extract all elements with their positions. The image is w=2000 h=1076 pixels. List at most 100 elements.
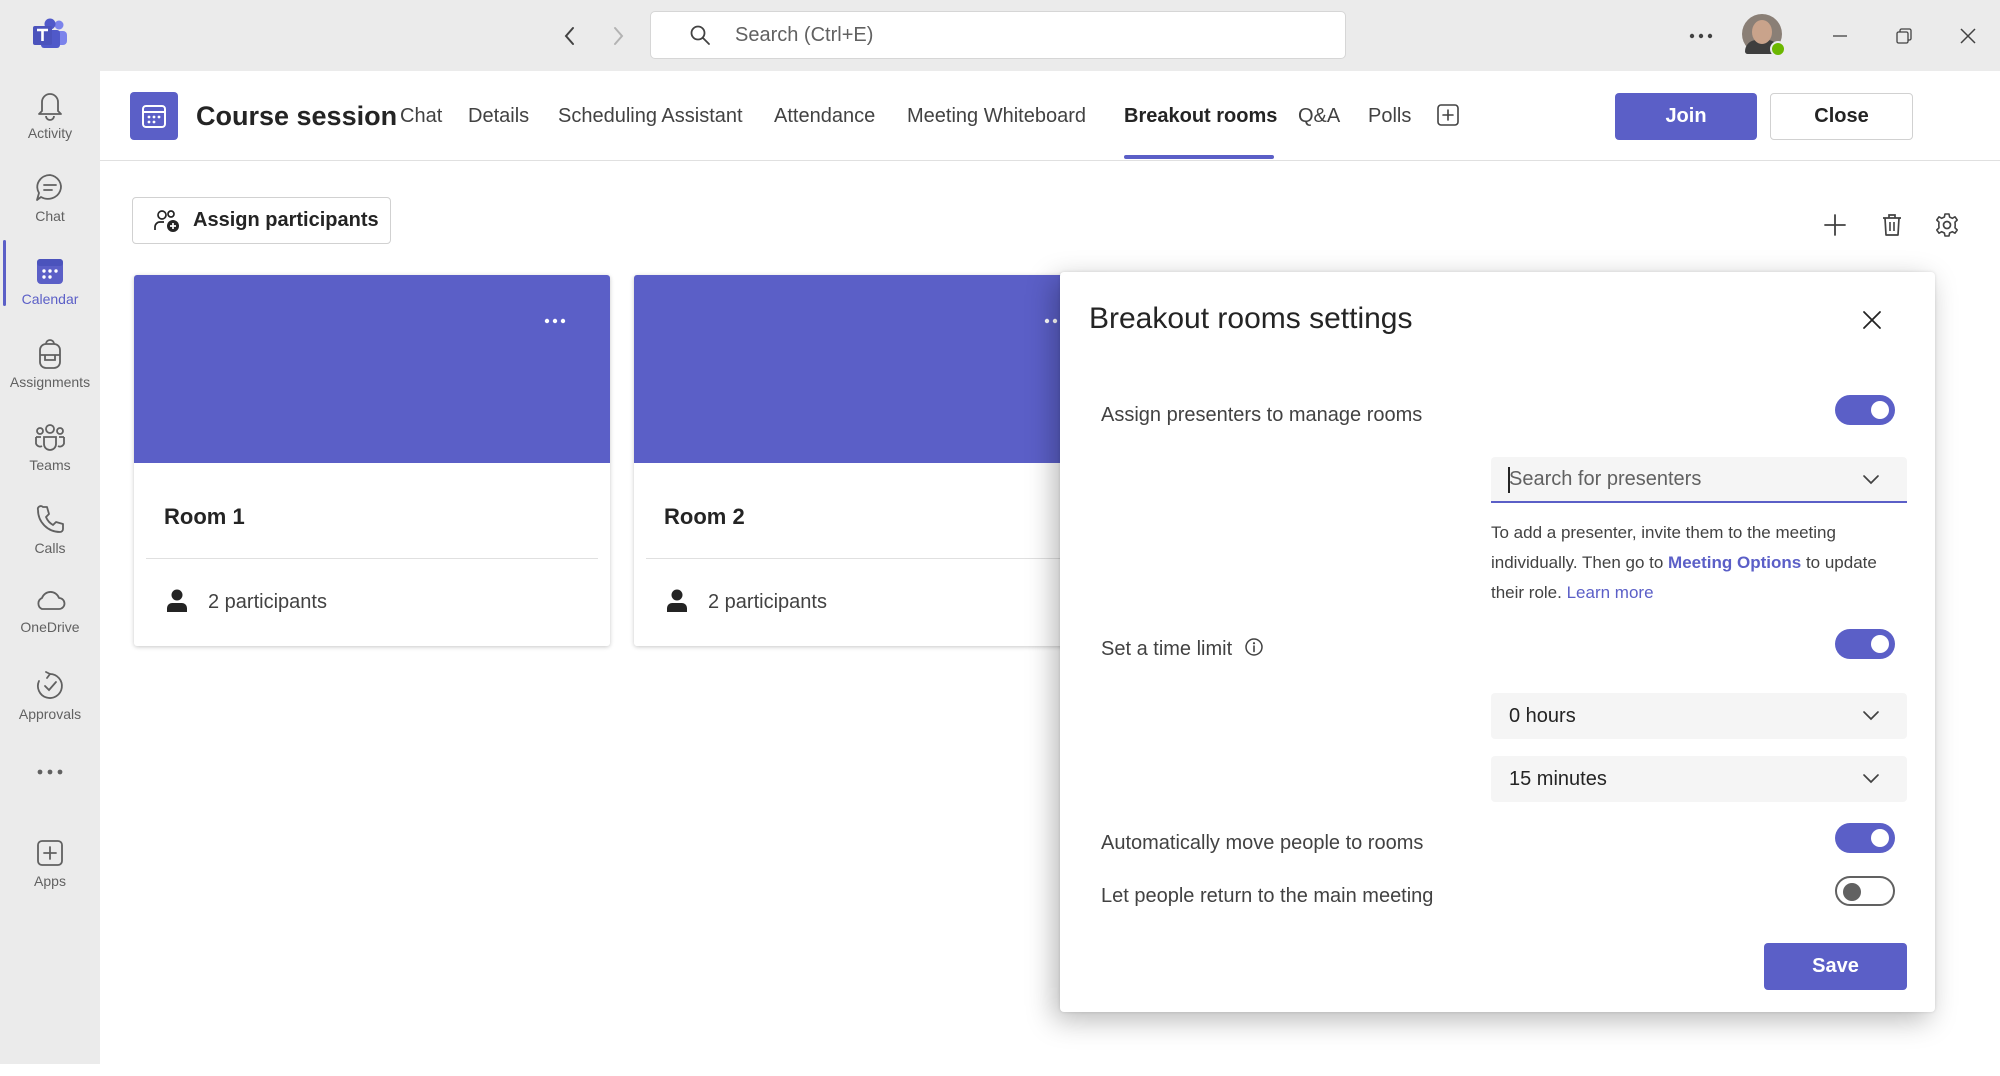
more-options-icon[interactable] [1684,20,1718,52]
room-card[interactable]: Room 1 2 participants [134,275,610,646]
rail-label: Teams [29,457,71,473]
close-button[interactable]: Close [1770,93,1913,140]
search-placeholder: Search (Ctrl+E) [735,23,874,46]
divider [146,558,598,559]
info-icon[interactable] [1244,637,1264,657]
meeting-calendar-icon [130,92,178,140]
learn-more-link[interactable]: Learn more [1567,583,1654,602]
panel-title: Breakout rooms settings [1089,302,1413,335]
minutes-value: 15 minutes [1509,768,1607,790]
time-limit-toggle[interactable] [1835,629,1895,659]
rail-label: OneDrive [20,619,80,635]
tab-attendance[interactable]: Attendance [774,105,875,128]
time-limit-label: Set a time limit [1101,638,1233,660]
toggle-knob [1871,829,1889,847]
tab-breakout-rooms[interactable]: Breakout rooms [1124,105,1277,128]
room-name: Room 2 [664,504,745,529]
active-tab-indicator [1124,155,1274,159]
rail-item-assignments[interactable]: Assignments [0,332,100,410]
close-icon[interactable] [1860,308,1884,332]
bell-icon [35,89,65,121]
restore-icon[interactable] [1886,18,1922,54]
toggle-knob [1871,401,1889,419]
forward-arrow-icon[interactable] [602,20,634,52]
room-more-options-icon[interactable] [540,311,570,331]
auto-move-toggle[interactable] [1835,823,1895,853]
add-room-icon[interactable] [1822,212,1848,238]
rail-item-apps[interactable]: Apps [0,831,100,909]
assign-participants-button[interactable]: Assign participants [132,197,391,244]
more-apps-icon [37,769,63,775]
chat-icon [34,172,66,204]
add-apps-icon [35,837,65,869]
tab-meeting-whiteboard[interactable]: Meeting Whiteboard [907,105,1086,128]
title-bar: Search (Ctrl+E) [0,0,2000,71]
tab-scheduling-assistant[interactable]: Scheduling Assistant [558,105,743,128]
assign-people-icon [153,208,181,234]
phone-icon [35,504,65,536]
settings-gear-icon[interactable] [1934,212,1960,238]
approvals-icon [34,670,66,702]
presence-available-icon [1770,41,1786,57]
room-name: Room 1 [164,504,245,529]
save-button[interactable]: Save [1764,943,1907,990]
search-icon [689,24,711,46]
rail-label: Calendar [21,291,79,307]
toggle-knob [1843,883,1861,901]
rail-item-more-apps[interactable] [0,751,100,801]
avatar-face [1752,20,1772,44]
delete-icon[interactable] [1880,212,1904,238]
calendar-icon [34,255,66,287]
rail-label: Apps [34,873,66,889]
participant-count: 2 participants [708,591,827,613]
presenter-search-input[interactable]: Search for presenters [1491,457,1907,503]
return-to-main-label: Let people return to the main meeting [1101,885,1434,907]
room-banner [134,275,610,463]
rail-item-onedrive[interactable]: OneDrive [0,581,100,659]
rail-item-chat[interactable]: Chat [0,166,100,244]
rail-item-calendar[interactable]: Calendar [0,249,100,327]
teams-logo-icon[interactable] [32,18,68,52]
tab-polls[interactable]: Polls [1368,105,1411,128]
rail-label: Activity [27,125,73,141]
divider [646,558,1098,559]
person-icon [666,588,688,614]
chevron-down-icon [1861,768,1881,788]
tab-qa[interactable]: Q&A [1298,105,1340,128]
rail-label: Approvals [18,706,82,722]
meeting-options-link[interactable]: Meeting Options [1668,553,1801,572]
cloud-icon [33,587,67,615]
participant-count: 2 participants [208,591,327,613]
room-banner [634,275,1110,463]
room-card[interactable]: Room 2 2 participants [634,275,1110,646]
rail-item-calls[interactable]: Calls [0,498,100,576]
minimize-icon[interactable] [1822,18,1858,54]
chevron-down-icon [1861,469,1881,489]
toggle-knob [1871,635,1889,653]
rail-item-activity[interactable]: Activity [0,83,100,161]
hours-value: 0 hours [1509,705,1576,727]
chevron-down-icon [1861,705,1881,725]
search-input[interactable]: Search (Ctrl+E) [650,11,1346,59]
tab-chat[interactable]: Chat [400,105,442,128]
tab-details[interactable]: Details [468,105,529,128]
minutes-dropdown[interactable]: 15 minutes [1491,756,1907,802]
breakout-settings-panel: Breakout rooms settings Assign presenter… [1060,272,1935,1012]
person-icon [166,588,188,614]
assign-presenters-toggle[interactable] [1835,395,1895,425]
rail-label: Calls [34,540,66,556]
add-tab-icon[interactable] [1436,103,1460,127]
rail-item-approvals[interactable]: Approvals [0,664,100,742]
return-to-main-toggle[interactable] [1835,876,1895,906]
auto-move-label: Automatically move people to rooms [1101,832,1424,854]
presenter-help-text: To add a presenter, invite them to the m… [1491,518,1911,608]
window-close-icon[interactable] [1950,18,1986,54]
rail-item-teams[interactable]: Teams [0,415,100,493]
presenter-search-placeholder: Search for presenters [1509,468,1702,490]
rail-label: Chat [35,208,65,224]
hours-dropdown[interactable]: 0 hours [1491,693,1907,739]
back-arrow-icon[interactable] [554,20,586,52]
backpack-icon [35,338,65,370]
join-button[interactable]: Join [1615,93,1757,140]
avatar[interactable] [1742,14,1786,57]
